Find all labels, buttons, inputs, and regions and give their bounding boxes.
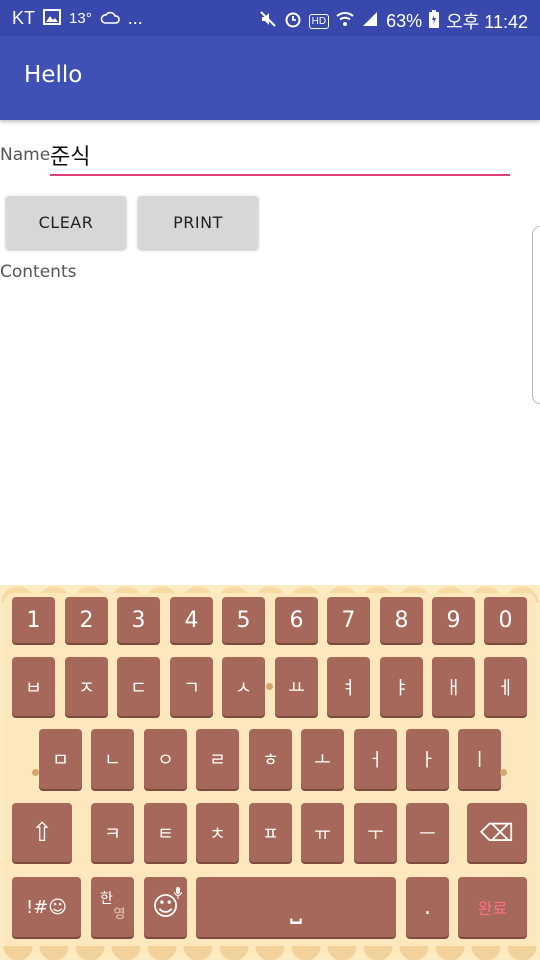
key-ieung[interactable]: ㅇ [144,729,187,789]
decor-dot [500,769,507,776]
symbols-key[interactable]: !#☺ [12,877,81,937]
mic-icon [174,880,182,905]
key-mieum[interactable]: ㅁ [39,729,82,789]
key-6[interactable]: 6 [275,597,318,643]
key-giyeok[interactable]: ㄱ [170,657,213,716]
keyboard-bottom-border [0,946,540,960]
key-3[interactable]: 3 [117,597,160,643]
more-notifications: ... [127,8,143,28]
done-key[interactable]: 완료 [458,877,527,937]
wifi-icon [336,11,354,31]
key-9[interactable]: 9 [432,597,475,643]
key-digeut[interactable]: ㄷ [117,657,160,716]
gallery-icon [43,8,62,29]
key-tieut[interactable]: ㅌ [144,803,187,862]
backspace-icon: ⌫ [480,818,514,847]
key-kieuk[interactable]: ㅋ [91,803,134,862]
key-i[interactable]: ㅣ [458,729,501,789]
shift-key[interactable]: ⇧ [12,803,72,862]
key-u[interactable]: ㅜ [354,803,397,862]
print-button[interactable]: PRINT [138,196,258,249]
alarm-icon [284,10,302,32]
space-icon: ⎵ [290,889,302,925]
key-8[interactable]: 8 [380,597,423,643]
period-key[interactable]: . [406,877,449,937]
key-ae[interactable]: ㅐ [432,657,475,716]
name-label: Name [0,145,51,165]
shift-icon: ⇧ [31,817,53,848]
key-nieun[interactable]: ㄴ [91,729,134,789]
key-rieul[interactable]: ㄹ [196,729,239,789]
key-2[interactable]: 2 [65,597,108,643]
key-4[interactable]: 4 [170,597,213,643]
name-input[interactable] [50,136,510,176]
temperature-label: 13° [69,10,92,27]
key-e[interactable]: ㅔ [484,657,527,716]
battery-percent: 63% [386,10,423,31]
key-o[interactable]: ㅗ [301,729,344,789]
mute-icon [259,10,277,32]
lang-english-label: 영 [113,907,126,922]
language-toggle-key[interactable]: 한 영 [91,877,134,937]
decor-dot [266,683,273,690]
battery-icon [429,10,440,32]
signal-icon [361,11,379,31]
cloud-icon [100,10,120,28]
app-bar: Hello [0,36,540,120]
status-left: KT 13° ... [12,8,143,29]
key-yu[interactable]: ㅠ [301,803,344,862]
contents-label: Contents [0,262,77,282]
key-5[interactable]: 5 [222,597,265,643]
key-chieut[interactable]: ㅊ [196,803,239,862]
key-7[interactable]: 7 [327,597,370,643]
emoji-key[interactable]: ☺ [144,877,187,937]
decor-dot [32,769,39,776]
key-0[interactable]: 0 [484,597,527,643]
key-siot[interactable]: ㅅ [222,657,265,716]
status-right: HD 63% 오후 11:42 [259,8,528,34]
key-a[interactable]: ㅏ [406,729,449,789]
key-hieut[interactable]: ㅎ [249,729,292,789]
key-pieup[interactable]: ㅍ [249,803,292,862]
keyboard: 1 2 3 4 5 6 7 8 9 0 ㅂ ㅈ ㄷ ㄱ ㅅ ㅛ ㅕ ㅑ ㅐ ㅔ … [0,585,540,960]
space-key[interactable]: ⎵ [196,877,396,937]
key-1[interactable]: 1 [12,597,55,643]
key-eu[interactable]: ㅡ [406,803,449,862]
key-jieut[interactable]: ㅈ [65,657,108,716]
scroll-handle[interactable] [532,226,540,404]
hd-voice-icon: HD [308,13,330,29]
backspace-key[interactable]: ⌫ [467,803,527,862]
carrier-label: KT [12,8,36,28]
app-title: Hello [24,62,83,88]
key-eo[interactable]: ㅓ [354,729,397,789]
key-yo[interactable]: ㅛ [275,657,318,716]
key-ya[interactable]: ㅑ [380,657,423,716]
lang-korean-label: 한 [100,891,113,907]
key-yeo[interactable]: ㅕ [327,657,370,716]
status-bar: KT 13° ... HD 63% 오후 11:42 [0,0,540,36]
clear-button[interactable]: CLEAR [6,196,126,249]
clock: 오후 11:42 [446,12,528,32]
key-bieup[interactable]: ㅂ [12,657,55,716]
